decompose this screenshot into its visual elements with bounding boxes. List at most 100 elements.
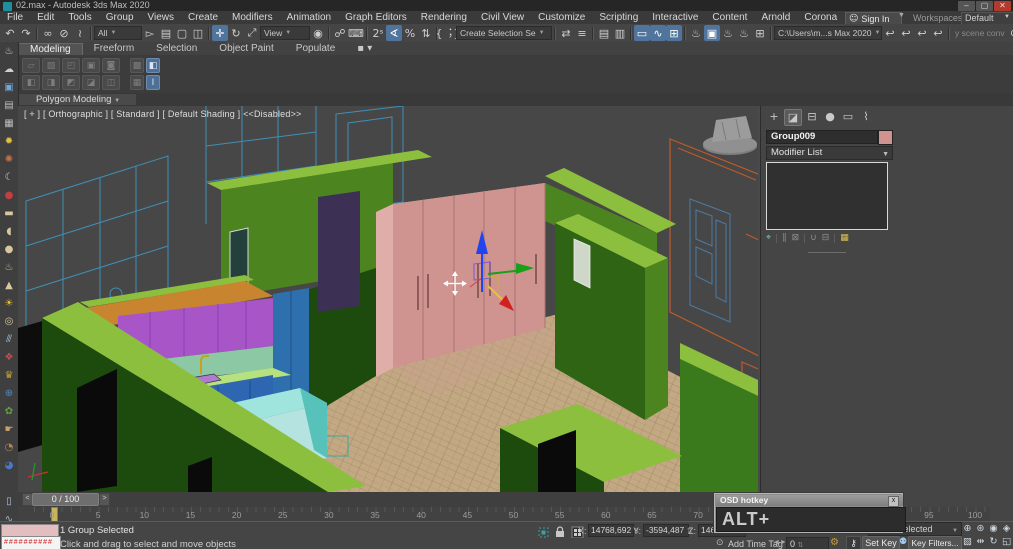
render-production-icon[interactable]: ♨ <box>720 25 736 41</box>
bind-spacewarp-icon[interactable]: ≀ <box>72 25 88 41</box>
ribbon-side-button-3[interactable]: ▦ <box>130 75 144 90</box>
show-end-result-icon[interactable]: ∥ <box>782 233 787 243</box>
isolate-selection-icon[interactable] <box>539 528 548 537</box>
time-slider[interactable]: < 0 / 100 > <box>18 492 758 508</box>
image-viewer-icon[interactable]: ▣ <box>1 78 17 96</box>
object-name-field[interactable]: Group009 <box>766 130 878 144</box>
menu-content[interactable]: Content <box>705 11 754 24</box>
selection-filter-dropdown[interactable]: All▼ <box>94 26 142 40</box>
battery-icon[interactable]: ▯ <box>1 492 17 510</box>
menu-group[interactable]: Group <box>99 11 141 24</box>
osd-title-bar[interactable]: OSD hotkey <box>716 495 903 506</box>
select-scale-icon[interactable]: ⤢ <box>244 25 260 41</box>
ribbon-overflow-icon[interactable]: ▪ ▾ <box>346 42 383 55</box>
next-frame-button[interactable]: > <box>99 493 110 506</box>
lock-stack-icon[interactable]: ⊠ <box>792 233 800 243</box>
schematic-view-icon[interactable]: ⊞ <box>666 25 682 41</box>
select-link-icon[interactable]: ∞ <box>40 25 56 41</box>
window-crossing-icon[interactable]: ◫ <box>190 25 206 41</box>
ribbon-tool-button-1[interactable]: ▱ <box>22 58 40 73</box>
zoom-icon[interactable]: ⊕ <box>961 522 974 535</box>
configure-modifier-sets-icon[interactable]: ▦ <box>840 233 849 243</box>
selection-region-icon[interactable]: ▢ <box>174 25 190 41</box>
sphere-primitive-icon[interactable]: ● <box>1 240 17 258</box>
curve-editor-icon[interactable]: ∿ <box>650 25 666 41</box>
zoom-region-icon[interactable]: ▧ <box>961 535 974 548</box>
align-icon[interactable]: ≡ <box>574 25 590 41</box>
tab-hierarchy[interactable]: ⊟ <box>804 109 820 124</box>
viewport-label[interactable]: [ + ] [ Orthographic ] [ Standard ] [ De… <box>24 109 302 119</box>
x-coordinate-field[interactable]: 14768,692 ⇅ <box>588 524 634 537</box>
ribbon-side-button-4[interactable]: Ⅰ <box>146 75 160 90</box>
menu-views[interactable]: Views <box>141 11 182 24</box>
app-logo-icon[interactable] <box>3 2 12 11</box>
menu-modifiers[interactable]: Modifiers <box>225 11 280 24</box>
tab-motion[interactable]: ● <box>822 109 838 124</box>
orbit-icon[interactable]: ↻ <box>987 535 1000 548</box>
time-slider-handle[interactable]: 0 / 100 <box>32 493 99 506</box>
ribbon-side-button-2[interactable]: ◧ <box>146 58 160 73</box>
keyboard-override-icon[interactable]: ⌨ <box>348 25 364 41</box>
reference-coordinate-dropdown[interactable]: View▼ <box>260 26 310 40</box>
fetch-scene-icon[interactable]: ↩ <box>930 25 946 41</box>
angle-snap-icon[interactable]: ∢ <box>386 25 402 41</box>
set-key-button[interactable]: Set Key <box>862 536 900 549</box>
project-folder-dropdown[interactable]: C:\Users\m...s Max 2020▼ <box>774 26 882 40</box>
menu-animation[interactable]: Animation <box>280 11 338 24</box>
menu-file[interactable]: File <box>0 11 30 24</box>
menu-graph-editors[interactable]: Graph Editors <box>338 11 414 24</box>
globe-icon[interactable]: ⊕ <box>1 384 17 402</box>
minimize-button[interactable]: – <box>958 1 975 11</box>
snail-icon[interactable]: ◔ <box>1 438 17 456</box>
select-by-name-icon[interactable]: ▤ <box>158 25 174 41</box>
tab-display[interactable]: ▭ <box>840 109 856 124</box>
redo-icon[interactable]: ↷ <box>18 25 34 41</box>
maxscript-mini-listener-white[interactable]: ########## <box>1 536 61 549</box>
layer-explorer-icon[interactable]: ▥ <box>612 25 628 41</box>
scene-explorer-icon[interactable]: ▤ <box>596 25 612 41</box>
tab-create[interactable]: + <box>766 109 782 124</box>
ribbon-tool-button-6[interactable]: ◧ <box>22 75 40 90</box>
cloud-icon[interactable]: ☁ <box>1 60 17 78</box>
make-unique-icon[interactable]: ∪ <box>810 233 817 243</box>
plug-icon[interactable]: ✺ <box>1 150 17 168</box>
menu-tools[interactable]: Tools <box>61 11 98 24</box>
disc-primitive-icon[interactable]: ◎ <box>1 312 17 330</box>
ribbon-tool-button-2[interactable]: ▨ <box>42 58 60 73</box>
maximize-button[interactable]: ▢ <box>976 1 993 11</box>
spheres-icon[interactable]: ❖ <box>1 348 17 366</box>
menu-interactive[interactable]: Interactive <box>645 11 705 24</box>
modifier-stack[interactable] <box>766 162 888 230</box>
auto-key-icon[interactable]: ⚉ <box>899 537 907 547</box>
ribbon-tool-button-5[interactable]: ◙ <box>102 58 120 73</box>
rain-icon[interactable]: ⫻ <box>1 330 17 348</box>
foliage-icon[interactable]: ✿ <box>1 402 17 420</box>
teapot-icon[interactable]: ♨ <box>1 42 17 60</box>
viewport-3d[interactable]: [ + ] [ Orthographic ] [ Standard ] [ De… <box>18 106 758 492</box>
key-settings-icon[interactable]: ⚙ <box>830 537 839 548</box>
remove-modifier-icon[interactable]: ⊟ <box>822 233 830 243</box>
menu-scripting[interactable]: Scripting <box>592 11 645 24</box>
menu-rendering[interactable]: Rendering <box>414 11 474 24</box>
pin-stack-icon[interactable]: ⌖ <box>766 233 771 243</box>
tab-utilities[interactable]: ⌇ <box>858 109 874 124</box>
percent-snap-icon[interactable]: % <box>402 25 418 41</box>
key-filters-button[interactable]: Key Filters... <box>908 536 962 549</box>
sign-in-caret-icon[interactable]: ▼ <box>898 12 905 19</box>
snaps-toggle-icon[interactable]: 2ˢ <box>370 25 386 41</box>
lamp-icon[interactable]: ✹ <box>1 132 17 150</box>
zoom-extents-icon[interactable]: ◉ <box>987 522 1000 535</box>
spinner-snap-icon[interactable]: ⇅ <box>418 25 434 41</box>
purple-door[interactable] <box>318 191 360 312</box>
pan-icon[interactable]: ⇹ <box>974 535 987 548</box>
select-rotate-icon[interactable]: ↻ <box>228 25 244 41</box>
red-sphere-icon[interactable]: ● <box>1 186 17 204</box>
grid-table-icon[interactable]: ▦ <box>1 114 17 132</box>
select-manipulate-icon[interactable]: ☍ <box>332 25 348 41</box>
teapot-primitive-icon[interactable]: ♨ <box>1 258 17 276</box>
state-sets-icon[interactable]: ⊞ <box>752 25 768 41</box>
use-pivot-center-icon[interactable]: ◉ <box>310 25 326 41</box>
ribbon-tool-button-3[interactable]: ◰ <box>62 58 80 73</box>
modifier-list-dropdown[interactable]: Modifier List ▼ <box>766 146 893 160</box>
unlink-icon[interactable]: ⊘ <box>56 25 72 41</box>
